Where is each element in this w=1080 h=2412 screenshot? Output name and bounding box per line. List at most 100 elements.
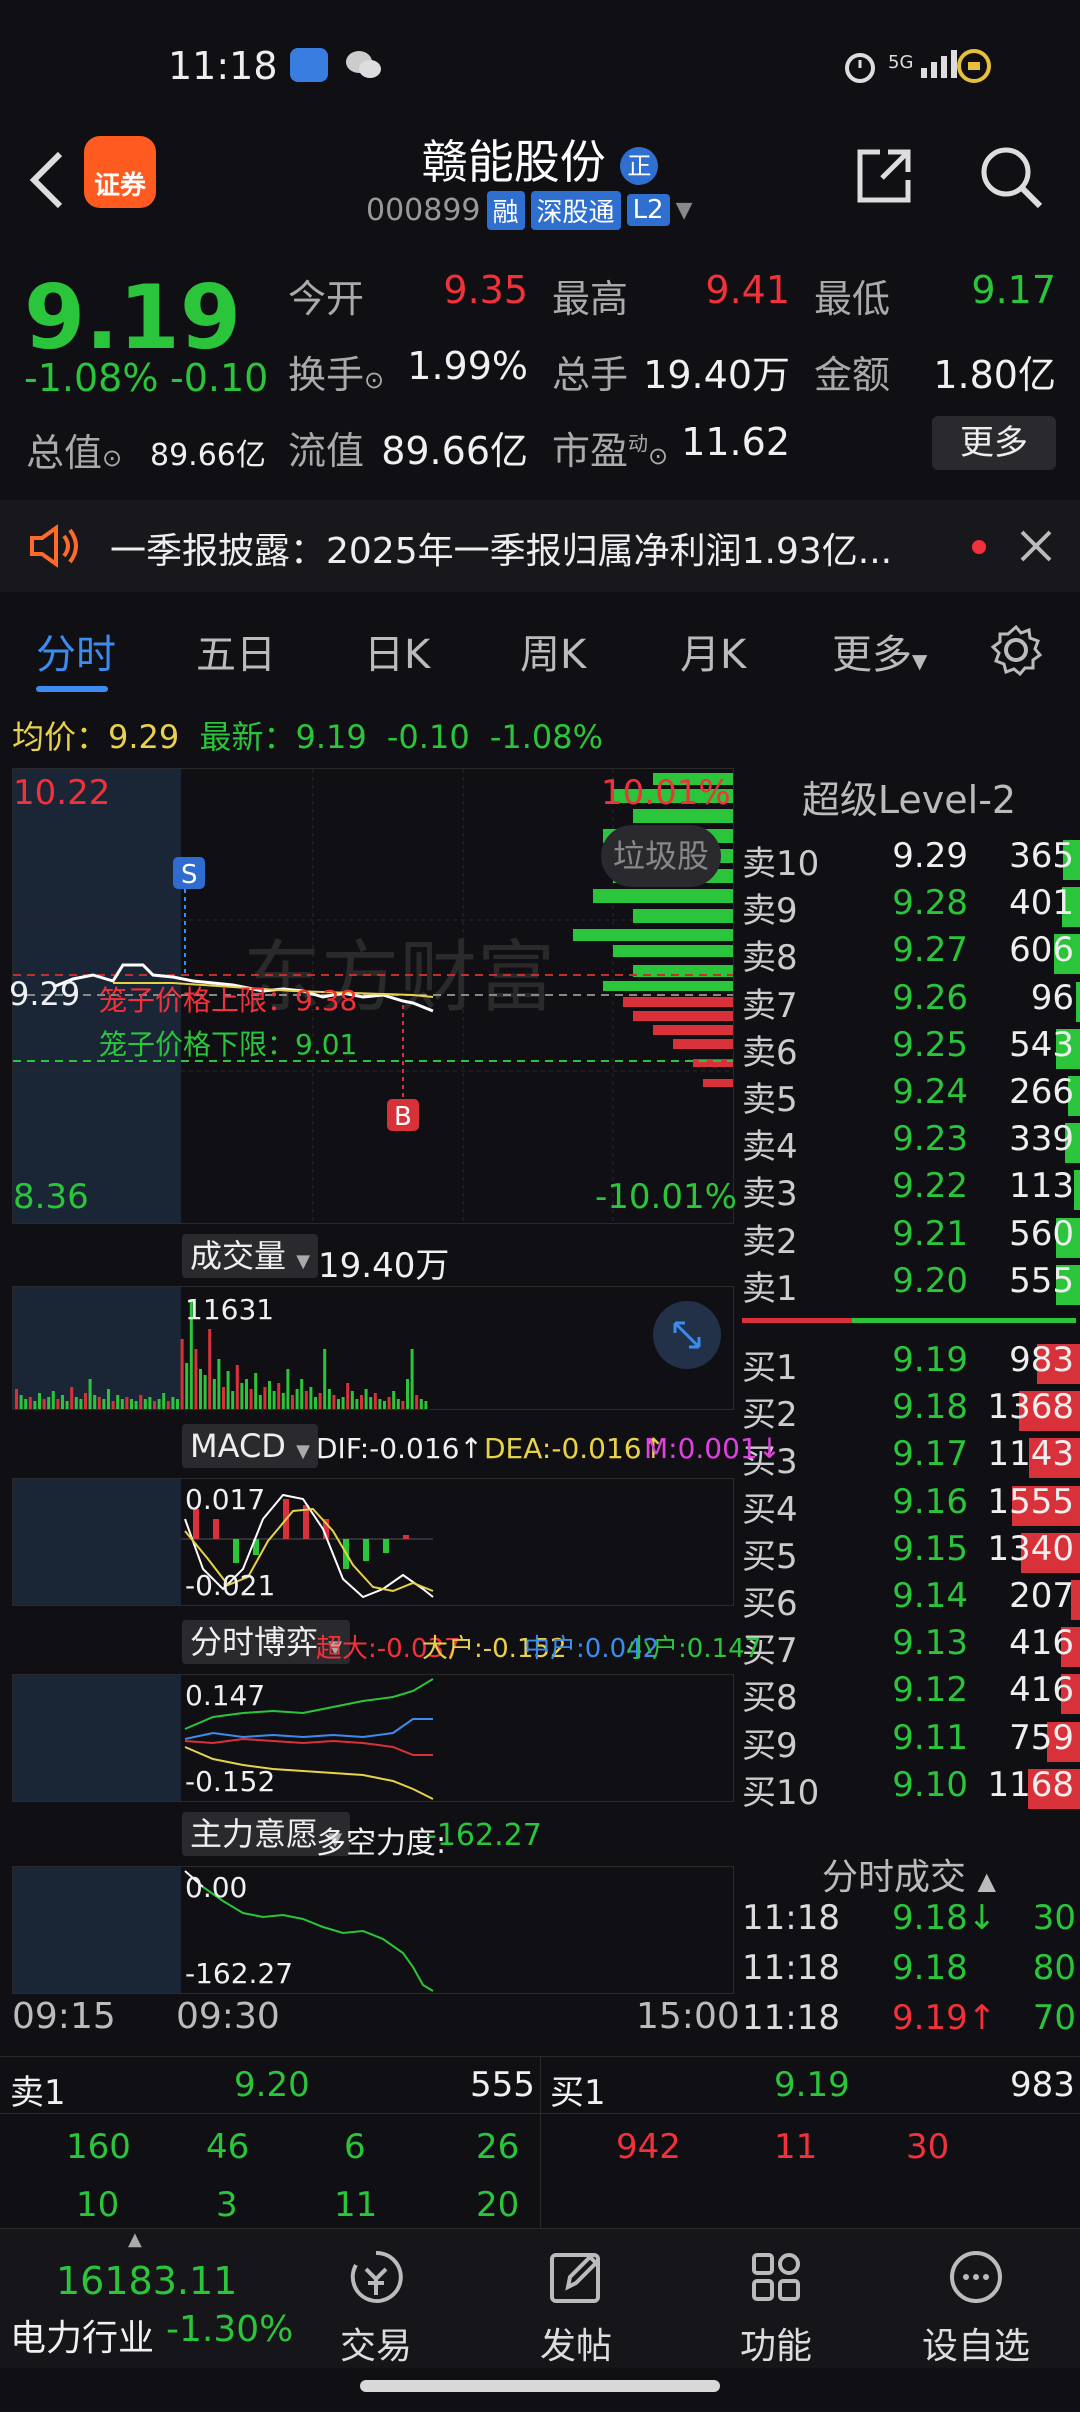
- open-label: 今开: [288, 277, 365, 321]
- ask-row[interactable]: 卖5 9.24 266: [738, 1072, 1080, 1120]
- chevron-down-icon: ▼: [296, 1441, 310, 1462]
- bid-row[interactable]: 买2 9.18 1368: [738, 1387, 1080, 1435]
- nav-post[interactable]: 发帖: [496, 2237, 656, 2367]
- tab-more[interactable]: 更多▼: [832, 622, 927, 680]
- level-volume: 401: [1009, 883, 1074, 924]
- volume-panel[interactable]: 成交量 ▼ 19.40万 11631: [12, 1230, 734, 1410]
- bid-row[interactable]: 买1 9.19 983: [738, 1340, 1080, 1388]
- latest-value: 9.19: [295, 718, 367, 756]
- expand-icon[interactable]: [653, 1301, 721, 1369]
- ask-row[interactable]: 卖8 9.27 606: [738, 930, 1080, 978]
- level-label: 卖6: [742, 1032, 798, 1073]
- speaker-icon: [28, 524, 80, 572]
- trash-stock-button[interactable]: 垃圾股: [601, 825, 722, 887]
- bid-row[interactable]: 买6 9.14 207: [738, 1576, 1080, 1624]
- order-book-title[interactable]: 超级Level-2: [738, 768, 1080, 832]
- network-type: 5G: [888, 52, 914, 73]
- tab-five-day[interactable]: 五日: [196, 622, 276, 680]
- volume-bar: [217, 1359, 221, 1409]
- main-force-panel[interactable]: 主力意愿 ▼ 多空力度: -162.27 0.00 -162.27: [12, 1808, 734, 1994]
- volume-bar: [162, 1393, 166, 1409]
- level-volume: 365: [1009, 836, 1074, 876]
- sector-index-widget[interactable]: ▲ 16183.11 电力行业 -1.30%: [10, 2229, 310, 2369]
- volume-label: 总手: [552, 353, 629, 397]
- volume-bar: [410, 1349, 414, 1409]
- sell-queue-order: 26: [476, 2127, 520, 2167]
- info-icon[interactable]: ⊙: [648, 442, 668, 470]
- bid-row[interactable]: 买5 9.15 1340: [738, 1529, 1080, 1577]
- volume-bar: [148, 1397, 152, 1409]
- main-force-chart: 0.00 -162.27: [12, 1866, 734, 1994]
- volume-bar: [327, 1389, 331, 1409]
- volume-bar: [102, 1399, 106, 1409]
- ask-row[interactable]: 卖2 9.21 560: [738, 1214, 1080, 1262]
- nav-add-watchlist[interactable]: 设自选: [896, 2237, 1056, 2367]
- latest-percent: -1.08%: [489, 718, 604, 756]
- close-icon[interactable]: [1016, 526, 1056, 570]
- bid-row[interactable]: 买7 9.13 416: [738, 1623, 1080, 1671]
- game-panel[interactable]: 分时博弈 ▼ 超大:-0.037 大户:-0.152 中户:0.042 小户:0…: [12, 1616, 761, 1802]
- more-button[interactable]: 更多: [932, 416, 1056, 470]
- float-value: 89.66亿: [381, 429, 528, 473]
- sell-queue-order: 46: [206, 2127, 250, 2167]
- ticks-title[interactable]: 分时成交 ▲: [738, 1848, 1080, 1900]
- home-indicator[interactable]: [360, 2380, 720, 2392]
- bid-row[interactable]: 买8 9.12 416: [738, 1670, 1080, 1718]
- info-icon[interactable]: ⊙: [102, 444, 122, 472]
- volume-bar: [277, 1383, 281, 1409]
- level-price: 9.26: [892, 977, 968, 1018]
- tab-weekly-k[interactable]: 周K: [520, 622, 586, 680]
- volume-bar: [235, 1365, 239, 1409]
- pe-label: 市盈动⊙: [552, 420, 668, 475]
- share-icon[interactable]: [854, 146, 914, 210]
- volume-bar: [240, 1383, 244, 1409]
- search-icon[interactable]: [978, 144, 1044, 214]
- info-icon[interactable]: ⊙: [364, 366, 384, 394]
- depth-bars: [573, 773, 733, 1087]
- macd-panel[interactable]: MACD ▼ DIF:-0.016↑ DEA:-0.016↑ M:0.001↓: [12, 1420, 781, 1606]
- level-price: 9.29: [892, 836, 968, 876]
- ask-row[interactable]: 卖3 9.22 113: [738, 1166, 1080, 1214]
- tag-margin: 融: [486, 190, 525, 230]
- macd-panel-selector[interactable]: MACD ▼: [182, 1424, 318, 1468]
- time-axis-close: 15:00: [636, 1996, 740, 2037]
- level-volume: 759: [1009, 1717, 1074, 1758]
- volume-bar: [369, 1397, 373, 1409]
- volume-value: 19.40万: [643, 353, 790, 397]
- ask-row[interactable]: 卖10 9.29 365: [738, 836, 1080, 884]
- chevron-up-icon: ▲: [977, 1867, 996, 1895]
- bid-row[interactable]: 买10 9.10 1168: [738, 1765, 1080, 1813]
- trade-icon: [350, 2250, 403, 2303]
- wechat-icon: [344, 48, 382, 82]
- game-top: 0.147: [185, 1679, 266, 1712]
- nav-functions[interactable]: 功能: [696, 2237, 856, 2367]
- nav-trade[interactable]: 交易: [296, 2237, 456, 2367]
- level-label: 买4: [742, 1489, 798, 1530]
- settings-gear-icon[interactable]: [990, 624, 1043, 680]
- tab-monthly-k[interactable]: 月K: [680, 622, 746, 680]
- volume-bar: [176, 1399, 179, 1409]
- level-price: 9.25: [892, 1024, 968, 1065]
- bid-row[interactable]: 买3 9.17 1143: [738, 1434, 1080, 1482]
- sector-index-percent: -1.30%: [166, 2309, 294, 2350]
- ask-row[interactable]: 卖1 9.20 555: [738, 1261, 1080, 1309]
- level-label: 卖1: [742, 1268, 798, 1309]
- dropdown-icon[interactable]: ▼: [676, 198, 693, 223]
- ask-row[interactable]: 卖6 9.25 543: [738, 1025, 1080, 1073]
- volume-bar: [208, 1329, 212, 1409]
- ask-row[interactable]: 卖7 9.26 96: [738, 978, 1080, 1026]
- intraday-chart[interactable]: 东方财富 S B 10.22 8.36 10.01% -10.01% 9.29 …: [9, 768, 737, 1224]
- level-volume: 96: [1030, 977, 1074, 1018]
- volume-panel-title: 成交量: [190, 1237, 287, 1275]
- ask-row[interactable]: 卖9 9.28 401: [738, 883, 1080, 931]
- volume-total: 19.40万: [318, 1246, 450, 1286]
- bid-row[interactable]: 买9 9.11 759: [738, 1718, 1080, 1766]
- volume-panel-selector[interactable]: 成交量 ▼: [182, 1234, 319, 1278]
- level-label: 卖2: [742, 1221, 798, 1262]
- volume-bar: [387, 1397, 391, 1409]
- ask-row[interactable]: 卖4 9.23 339: [738, 1119, 1080, 1167]
- tab-intraday[interactable]: 分时: [36, 622, 116, 680]
- bid-row[interactable]: 买4 9.16 1555: [738, 1482, 1080, 1530]
- tab-daily-k[interactable]: 日K: [364, 622, 430, 680]
- notice-bar[interactable]: 一季报披露：2025年一季报归属净利润1.93亿...: [0, 500, 1080, 592]
